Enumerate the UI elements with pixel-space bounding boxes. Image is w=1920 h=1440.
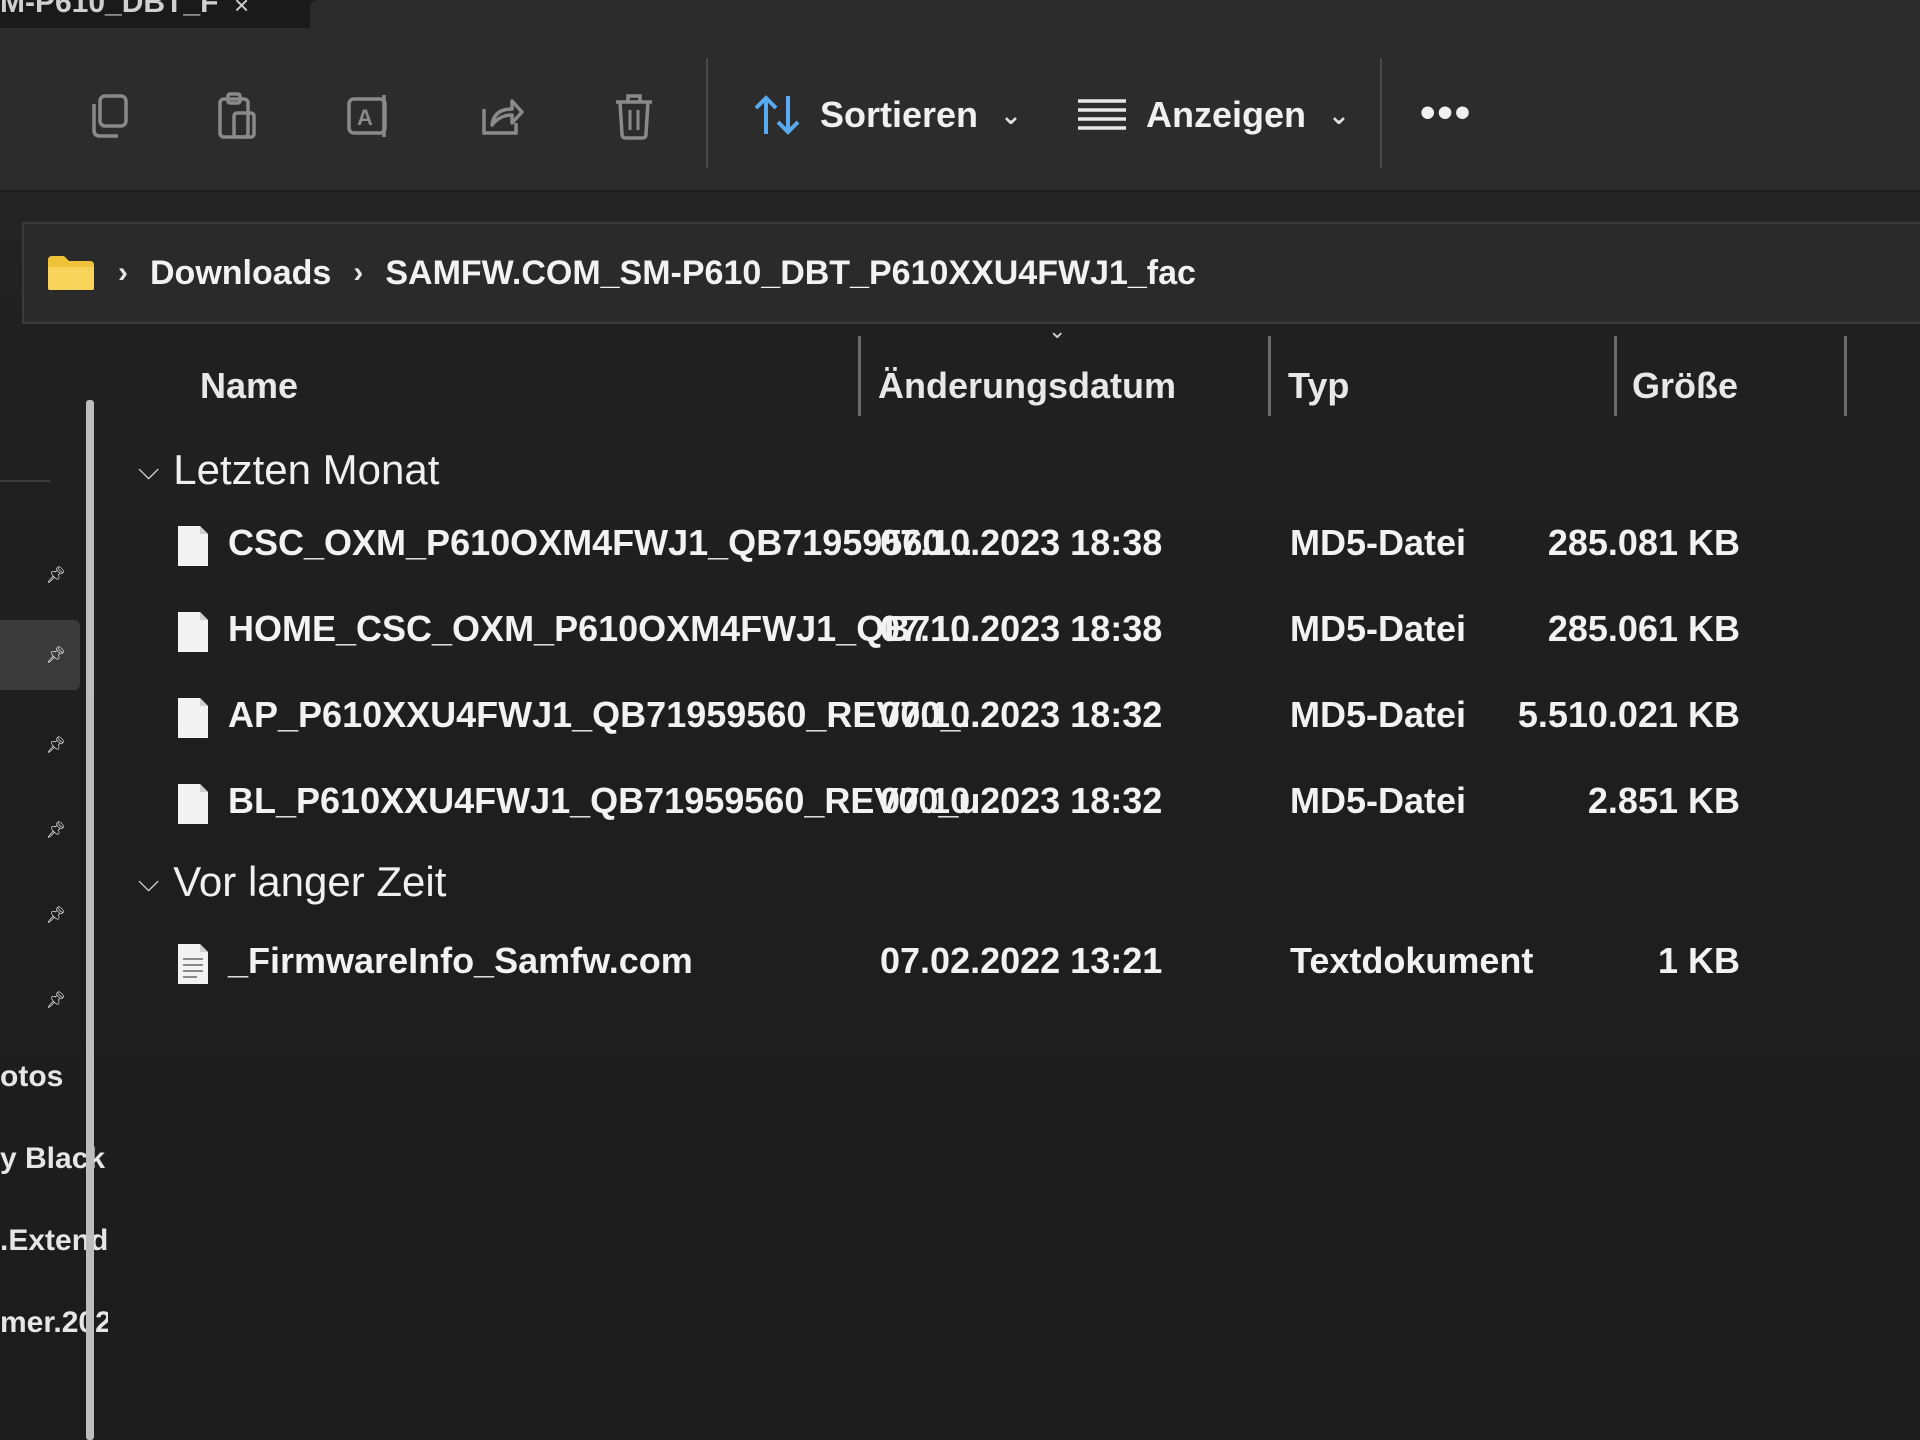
file-date: 07.10.2023 18:38 [880, 608, 1163, 649]
column-header-type[interactable]: Typ [1288, 346, 1349, 426]
pin-icon: 📌︎ [45, 992, 66, 1009]
file-size: 2.851 KB [1587, 780, 1740, 821]
column-header-size[interactable]: Größe [1632, 346, 1738, 426]
toolbar-divider [706, 58, 708, 168]
more-options-button[interactable]: ••• [1420, 88, 1472, 138]
nav-pinned-item[interactable]: 📌︎ [0, 540, 80, 610]
file-type: MD5-Datei [1290, 522, 1467, 563]
nav-pinned-item[interactable]: 📌︎ [0, 620, 80, 690]
pin-icon: 📌︎ [45, 822, 66, 839]
chevron-down-icon: ⌵ [138, 865, 160, 897]
pin-icon: 📌︎ [45, 647, 66, 664]
file-icon [178, 784, 208, 824]
view-label: Anzeigen [1146, 94, 1307, 135]
view-button[interactable]: Anzeigen ⌄ [1076, 80, 1350, 150]
folder-icon [48, 256, 94, 290]
column-divider[interactable] [858, 336, 861, 416]
command-bar: A Sortieren ⌄ Anzeigen ⌄ ••• [0, 28, 1920, 192]
file-name: HOME_CSC_OXM_P610OXM4FWJ1_QB71... [228, 608, 981, 649]
svg-text:A: A [357, 105, 373, 130]
file-size: 285.081 KB [1547, 522, 1740, 563]
chevron-down-icon: ⌄ [1000, 99, 1022, 130]
navigation-pane: 📌︎ 📌︎ 📌︎ 📌︎ 📌︎ 📌︎ otos y Black .Extend m… [0, 330, 112, 1440]
file-date: 07.10.2023 18:38 [880, 522, 1163, 563]
file-row[interactable]: _FirmwareInfo_Samfw.com 07.02.2022 13:21… [128, 928, 1920, 1004]
column-divider[interactable] [1614, 336, 1617, 416]
file-row[interactable]: CSC_OXM_P610OXM4FWJ1_QB71959560... 07.10… [128, 510, 1920, 586]
file-name: _FirmwareInfo_Samfw.com [228, 940, 693, 981]
group-header[interactable]: ⌵ Vor langer Zeit [138, 852, 446, 912]
group-label: Vor langer Zeit [173, 858, 447, 905]
file-row[interactable]: HOME_CSC_OXM_P610OXM4FWJ1_QB71... 07.10.… [128, 596, 1920, 672]
file-icon [178, 698, 208, 738]
sort-icon [754, 95, 800, 135]
file-type: MD5-Datei [1290, 694, 1467, 735]
file-date: 07.10.2023 18:32 [880, 694, 1163, 735]
file-size: 285.061 KB [1547, 608, 1740, 649]
column-divider[interactable] [1268, 336, 1271, 416]
file-name: CSC_OXM_P610OXM4FWJ1_QB71959560... [228, 522, 973, 563]
nav-pinned-item[interactable]: 📌︎ [0, 965, 80, 1035]
breadcrumb-downloads[interactable]: Downloads [150, 254, 331, 293]
pin-icon: 📌︎ [45, 737, 66, 754]
tab-close-icon[interactable]: × [234, 0, 249, 21]
file-list: Name ⌄ Änderungsdatum Typ Größe ⌵ Letzte… [128, 318, 1920, 1440]
view-list-icon [1078, 99, 1126, 130]
delete-icon[interactable] [610, 88, 658, 144]
sort-label: Sortieren [820, 94, 979, 135]
file-icon [178, 526, 208, 566]
sort-direction-icon: ⌄ [1048, 318, 1067, 343]
file-name: AP_P610XXU4FWJ1_QB71959560_REV00_... [228, 694, 991, 735]
nav-scrollbar[interactable] [86, 400, 94, 1440]
nav-pinned-item[interactable]: 📌︎ [0, 795, 80, 865]
window-tab-title[interactable]: M-P610_DBT_F [0, 0, 218, 20]
tab-strip [310, 0, 1920, 28]
breadcrumb-separator: › [353, 256, 364, 289]
file-date: 07.02.2022 13:21 [880, 940, 1163, 981]
group-label: Letzten Monat [173, 446, 440, 493]
address-bar[interactable]: › Downloads › SAMFW.COM_SM-P610_DBT_P610… [22, 222, 1920, 324]
file-row[interactable]: BL_P610XXU4FWJ1_QB71959560_REV00_u... 07… [128, 768, 1920, 844]
file-date: 07.10.2023 18:32 [880, 780, 1163, 821]
file-type: Textdokument [1290, 940, 1534, 981]
column-header-date[interactable]: Änderungsdatum [878, 346, 1176, 426]
chevron-down-icon: ⌄ [1328, 99, 1350, 130]
file-explorer-window: M-P610_DBT_F × A Sortieren ⌄ Anzeigen ⌄ … [0, 0, 1920, 1440]
group-header[interactable]: ⌵ Letzten Monat [138, 440, 439, 500]
column-header-name[interactable]: Name [200, 346, 298, 426]
file-type: MD5-Datei [1290, 608, 1467, 649]
nav-pinned-item[interactable]: 📌︎ [0, 880, 80, 950]
file-size: 5.510.021 KB [1517, 694, 1740, 735]
sort-button[interactable]: Sortieren ⌄ [752, 80, 1022, 150]
chevron-down-icon: ⌵ [138, 453, 160, 485]
file-type: MD5-Datei [1290, 780, 1467, 821]
title-bar: M-P610_DBT_F × [0, 0, 1920, 28]
file-row[interactable]: AP_P610XXU4FWJ1_QB71959560_REV00_... 07.… [128, 682, 1920, 758]
paste-icon[interactable] [214, 88, 262, 144]
breadcrumb-separator: › [118, 256, 128, 289]
text-document-icon [178, 944, 208, 984]
nav-divider [0, 480, 50, 482]
rename-icon[interactable]: A [346, 88, 394, 144]
nav-pinned-item[interactable]: 📌︎ [0, 710, 80, 780]
breadcrumb-current-folder[interactable]: SAMFW.COM_SM-P610_DBT_P610XXU4FWJ1_fac [385, 254, 1196, 293]
file-icon [178, 612, 208, 652]
column-divider[interactable] [1844, 336, 1847, 416]
file-size: 1 KB [1657, 940, 1740, 981]
pin-icon: 📌︎ [45, 567, 66, 584]
toolbar-divider [1380, 58, 1382, 168]
share-icon[interactable] [478, 88, 526, 144]
pin-icon: 📌︎ [45, 907, 66, 924]
copy-icon[interactable] [84, 88, 132, 144]
